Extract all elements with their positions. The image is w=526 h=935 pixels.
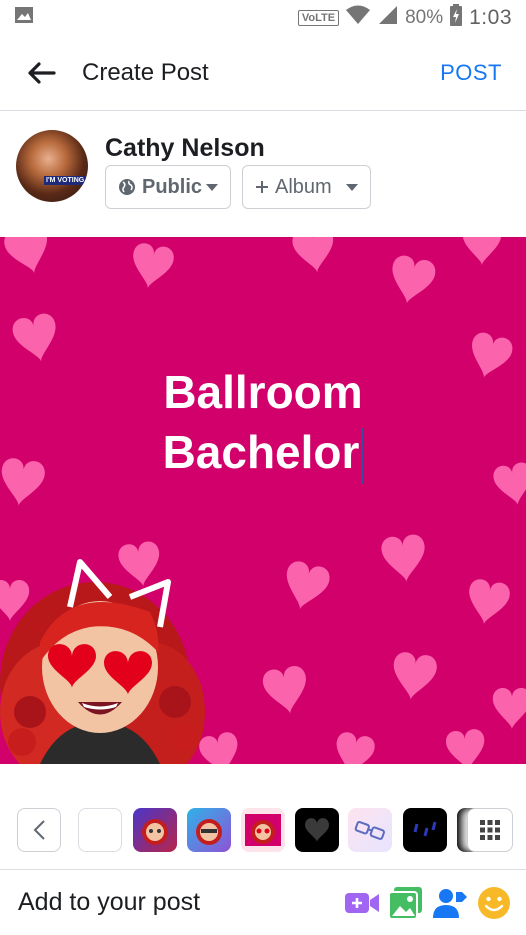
background-tray (0, 800, 526, 860)
battery-icon (449, 4, 463, 32)
add-to-post-bar[interactable]: Add to your post (0, 869, 526, 935)
privacy-selector[interactable]: Public (105, 165, 231, 209)
status-bar: VoLTE 80% 1:03 (0, 0, 526, 36)
plus-icon (256, 181, 268, 193)
tray-bitmoji-hearts[interactable] (241, 808, 285, 852)
globe-icon (119, 179, 135, 195)
arrow-left-icon (28, 62, 56, 84)
album-selector[interactable]: Album (242, 165, 371, 209)
video-icon[interactable] (344, 885, 380, 921)
bitmoji-icon (245, 814, 281, 846)
tray-bitmoji-blue[interactable] (187, 808, 231, 852)
tray-black-heart[interactable] (295, 808, 339, 852)
feeling-icon[interactable] (476, 885, 512, 921)
wifi-icon (345, 5, 371, 31)
more-backgrounds-button[interactable] (467, 808, 513, 852)
glasses-icon (354, 821, 385, 840)
clock: 1:03 (469, 6, 512, 29)
text-cursor (361, 427, 364, 484)
tray-background-plain[interactable] (78, 808, 122, 852)
battery-percent: 80% (405, 7, 444, 28)
tray-glasses[interactable] (348, 808, 392, 852)
back-button[interactable] (22, 53, 62, 93)
post-button[interactable]: POST (440, 60, 502, 86)
volte-badge: VoLTE (297, 10, 340, 26)
gallery-notification-icon (14, 5, 34, 31)
tray-bitmoji-purple[interactable] (133, 808, 177, 852)
page-title: Create Post (82, 59, 209, 86)
grid-icon (480, 820, 500, 840)
raindrops-icon (413, 821, 437, 837)
privacy-label: Public (142, 175, 203, 198)
tag-people-icon[interactable] (432, 885, 468, 921)
user-name: Cathy Nelson (105, 134, 265, 162)
chevron-down-icon (346, 183, 358, 191)
create-post-header: Create Post POST (0, 36, 526, 111)
bitmoji-icon (196, 819, 222, 845)
chevron-down-icon (206, 183, 218, 191)
photo-icon[interactable] (388, 885, 424, 921)
avatar-badge: I'M VOTING (44, 176, 87, 185)
bitmoji-sticker[interactable] (0, 552, 215, 764)
heart-icon (305, 818, 329, 842)
signal-icon (377, 5, 399, 31)
chevron-left-icon (33, 820, 45, 840)
post-text-line-1: Ballroom (163, 366, 363, 418)
avatar[interactable]: I'M VOTING (16, 130, 88, 202)
album-label: Album (275, 175, 332, 198)
tray-rain-dark[interactable] (403, 808, 447, 852)
bitmoji-icon (142, 819, 168, 845)
add-to-post-icons (344, 885, 512, 921)
tray-back-button[interactable] (17, 808, 61, 852)
post-canvas[interactable]: Ballroom Bachelor (0, 237, 526, 764)
add-to-post-label: Add to your post (18, 888, 201, 916)
post-text-line-2: Bachelor (0, 422, 526, 484)
user-row: I'M VOTING Cathy Nelson Public Album (0, 112, 526, 236)
post-text[interactable]: Ballroom Bachelor (0, 362, 526, 484)
